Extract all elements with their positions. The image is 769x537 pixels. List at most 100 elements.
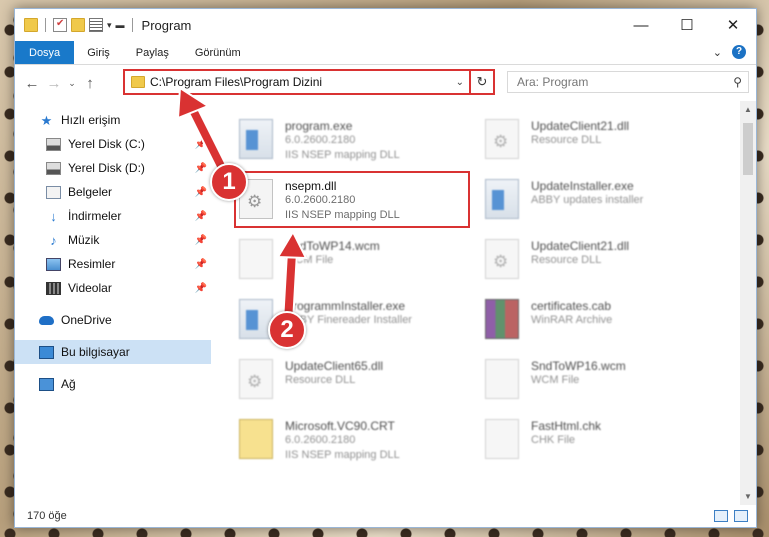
- file-detail: CHK File: [531, 434, 576, 446]
- refresh-icon[interactable]: ↻: [469, 71, 493, 93]
- file-detail: Resource DLL: [531, 254, 602, 266]
- pin-icon[interactable]: 📌: [195, 187, 207, 198]
- maximize-button[interactable]: ☐: [664, 9, 710, 41]
- details-view-icon[interactable]: [714, 510, 728, 522]
- star-icon: ★: [40, 112, 53, 128]
- chevron-down-icon[interactable]: ⌄: [451, 77, 469, 88]
- content-area: ★ Hızlı erişim Yerel Disk (C:) 📌 Yerel D…: [15, 101, 756, 505]
- file-name: UpdateClient21.dll: [531, 239, 630, 253]
- sidebar-item-pictures[interactable]: Resimler 📌: [15, 252, 211, 276]
- tiles-view-icon[interactable]: [734, 510, 748, 522]
- vertical-scrollbar[interactable]: ▲ ▼: [740, 101, 756, 505]
- pin-icon[interactable]: 📌: [195, 259, 207, 270]
- scroll-up-icon[interactable]: ▲: [744, 105, 752, 114]
- pin-icon[interactable]: 📌: [195, 163, 207, 174]
- recent-locations-icon[interactable]: ⌄: [65, 78, 79, 89]
- file-highlight-box: [234, 171, 470, 228]
- file-tile[interactable]: FastHtml.chk CHK File: [479, 413, 719, 467]
- sidebar-item-videos[interactable]: Videolar 📌: [15, 276, 211, 300]
- sidebar-item-local-disk-c[interactable]: Yerel Disk (C:) 📌: [15, 132, 211, 156]
- customize-toolbar-icon[interactable]: ▬: [116, 20, 125, 30]
- document-icon: [485, 419, 519, 459]
- tab-view[interactable]: Görünüm: [182, 41, 254, 64]
- documents-icon: [46, 185, 61, 199]
- file-name: ProgrammInstaller.exe: [285, 299, 406, 313]
- file-detail: 6.0.2600.2180: [285, 434, 356, 446]
- pin-icon[interactable]: 📌: [195, 211, 207, 222]
- onedrive-cloud-icon: [39, 315, 54, 325]
- sidebar-item-label: Yerel Disk (C:): [68, 137, 145, 151]
- sidebar-item-label: Belgeler: [68, 185, 113, 199]
- sidebar-item-quick-access[interactable]: ★ Hızlı erişim: [15, 108, 211, 132]
- scrollbar-thumb[interactable]: [743, 123, 753, 175]
- exe-icon: [485, 179, 519, 219]
- pin-icon[interactable]: 📌: [195, 139, 207, 150]
- sidebar-item-network[interactable]: Ağ: [15, 372, 211, 396]
- sidebar-item-label: İndirmeler: [68, 209, 122, 223]
- dll-icon: [485, 119, 519, 159]
- address-path[interactable]: C:\Program Files\Program Dizini: [150, 75, 451, 89]
- file-tile[interactable]: UpdateInstaller.exe ABBY updates install…: [479, 173, 719, 227]
- sidebar-item-onedrive[interactable]: OneDrive: [15, 308, 211, 332]
- sidebar-item-downloads[interactable]: ↓ İndirmeler 📌: [15, 204, 211, 228]
- tab-file[interactable]: Dosya: [15, 41, 75, 64]
- view-toggles: [714, 510, 748, 522]
- tab-share[interactable]: Paylaş: [123, 41, 182, 64]
- file-name: SndToWP14.wcm: [285, 239, 380, 253]
- new-folder-icon[interactable]: [71, 18, 85, 32]
- minimize-button[interactable]: —: [618, 9, 664, 41]
- search-icon[interactable]: ⚲: [733, 75, 742, 89]
- file-name: UpdateInstaller.exe: [531, 179, 634, 193]
- tab-home[interactable]: Giriş: [74, 41, 123, 64]
- file-tile[interactable]: SndToWP16.wcm WCM File: [479, 353, 719, 407]
- search-input[interactable]: Ara: Program ⚲: [507, 71, 749, 93]
- sidebar-item-this-pc[interactable]: Bu bilgisayar: [15, 340, 211, 364]
- sidebar-item-label: OneDrive: [61, 313, 112, 327]
- help-icon[interactable]: ?: [732, 45, 746, 59]
- close-button[interactable]: ✕: [710, 9, 756, 41]
- sidebar-item-music[interactable]: ♪ Müzik 📌: [15, 228, 211, 252]
- chevron-down-icon[interactable]: ▾: [107, 20, 112, 31]
- sidebar-item-documents[interactable]: Belgeler 📌: [15, 180, 211, 204]
- ribbon-help-area: ⌄ ?: [713, 45, 746, 59]
- sidebar-item-label: Resimler: [68, 257, 116, 271]
- navigation-pane: ★ Hızlı erişim Yerel Disk (C:) 📌 Yerel D…: [15, 101, 211, 505]
- pin-icon[interactable]: 📌: [195, 235, 207, 246]
- file-detail: 6.0.2600.2180: [285, 134, 356, 146]
- file-tile[interactable]: SndToWP14.wcm WCM File: [233, 233, 473, 287]
- file-tile[interactable]: certificates.cab WinRAR Archive: [479, 293, 719, 347]
- address-row: ← → ⌄ ↑ C:\Program Files\Program Dizini …: [15, 65, 756, 101]
- pin-icon[interactable]: 📌: [195, 283, 207, 294]
- file-tile[interactable]: UpdateClient21.dll Resource DLL: [479, 233, 719, 287]
- file-tile[interactable]: program.exe 6.0.2600.2180 IIS NSEP mappi…: [233, 113, 473, 167]
- scroll-down-icon[interactable]: ▼: [744, 492, 752, 501]
- file-list: program.exe 6.0.2600.2180 IIS NSEP mappi…: [211, 101, 756, 505]
- file-tile[interactable]: ProgrammInstaller.exe ABBY Finereader In…: [233, 293, 473, 347]
- dll-icon: [485, 239, 519, 279]
- search-placeholder: Ara: Program: [517, 75, 589, 89]
- document-icon: [485, 359, 519, 399]
- forward-arrow-icon[interactable]: →: [43, 75, 65, 92]
- up-arrow-icon[interactable]: ↑: [79, 75, 101, 92]
- sidebar-item-local-disk-d[interactable]: Yerel Disk (D:) 📌: [15, 156, 211, 180]
- address-bar[interactable]: C:\Program Files\Program Dizini ⌄ ↻: [123, 69, 495, 95]
- properties-icon[interactable]: [89, 18, 103, 32]
- file-tile[interactable]: UpdateClient65.dll Resource DLL: [233, 353, 473, 407]
- file-name: SndToWP16.wcm: [531, 359, 626, 373]
- cab-icon: [239, 419, 273, 459]
- file-detail: Resource DLL: [531, 134, 602, 146]
- sidebar-item-label: Hızlı erişim: [61, 113, 121, 127]
- back-arrow-icon[interactable]: ←: [21, 75, 43, 92]
- properties-check-icon[interactable]: [53, 18, 67, 32]
- folder-icon: [24, 18, 38, 32]
- file-tile[interactable]: UpdateClient21.dll Resource DLL: [479, 113, 719, 167]
- expand-ribbon-icon[interactable]: ⌄: [713, 46, 722, 59]
- step-1-badge: 1: [210, 163, 248, 201]
- computer-icon: [39, 345, 54, 359]
- file-name: certificates.cab: [531, 299, 612, 313]
- folder-icon: [131, 76, 145, 88]
- status-bar: 170 öğe: [15, 505, 756, 527]
- file-tile[interactable]: Microsoft.VC90.CRT 6.0.2600.2180 IIS NSE…: [233, 413, 473, 467]
